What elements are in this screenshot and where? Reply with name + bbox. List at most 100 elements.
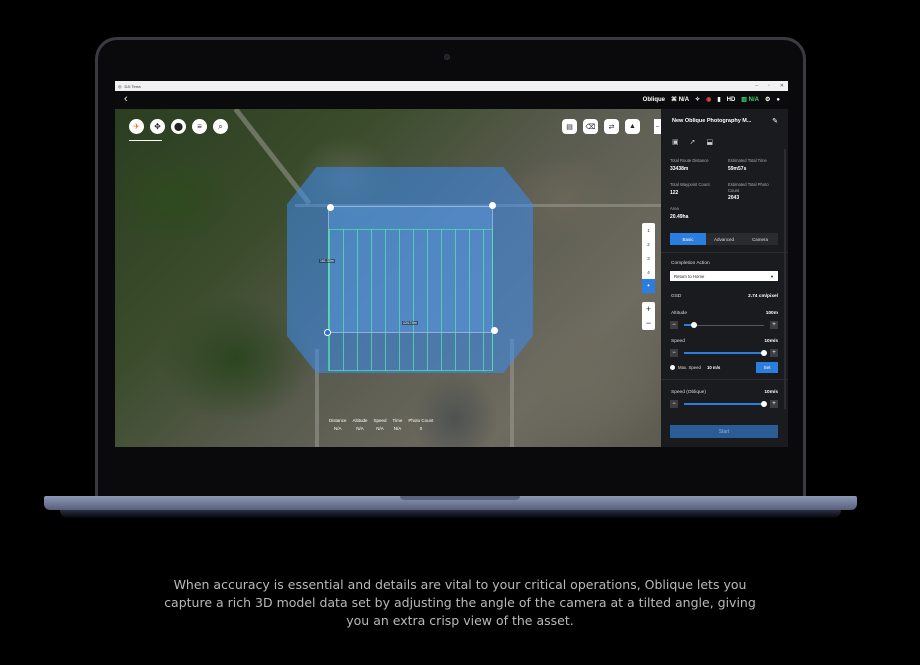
completion-action-value: Return to Home [674,273,705,279]
speed-value: 10m/s [764,339,778,344]
stat-value: 20.49ha [670,213,689,220]
aircraft-status-icon: ◉ [706,97,712,103]
stat-value: N/A [334,426,342,431]
signal-status: ▥ N/A [741,97,759,103]
satellite-map[interactable]: 161.33m 124.74m ✈ ✥ ⬤ ≡ ⌕ ▤ ⌫ ⇄ ▲ – 1 2 … [115,109,661,447]
pencil-icon[interactable]: ✎ [772,117,778,125]
edge-length-label: 124.74m [402,321,418,325]
zoom-in-button[interactable]: + [642,302,655,316]
slider-handle[interactable] [761,401,767,407]
completion-action-label: Completion Action [671,261,710,266]
stat-header: Photo Count [408,418,434,423]
tab-camera[interactable]: Camera [742,233,778,245]
eraser-icon[interactable]: ⌫ [583,119,598,134]
battery-icon: ▮ [717,97,721,103]
zoom-out-button[interactable]: − [642,316,655,330]
step-item[interactable]: 1 [642,223,655,237]
stat-value: 33438m [670,165,689,172]
stat-header: Altitude [352,418,368,423]
altitude-value: 100m [765,311,778,316]
polygon-vertex[interactable] [327,204,334,211]
map-tools-left: ✈ ✥ ⬤ ≡ ⌕ [129,119,228,134]
settings-tabs: Basic Advanced Camera [670,233,778,245]
step-item-active[interactable]: ✦ [642,279,655,293]
polygon-vertex[interactable] [489,202,496,209]
satellite-icon: ✧ [695,97,701,103]
save-icon[interactable]: ▣ [672,138,679,146]
tab-basic[interactable]: Basic [670,233,706,245]
slider-fill [684,352,764,354]
speed-oblique-increase-button[interactable]: + [770,400,778,408]
stat-estimated-total-time: Estimated Total Time 59m57s [728,158,780,172]
flight-stats: Distance N/A Altitude N/A Speed N/A Time N/A… [329,418,433,431]
info-icon [670,365,675,370]
polygon-vertex-selected[interactable] [324,329,331,336]
export-icon[interactable]: ➚ [690,138,696,146]
speed-oblique-decrease-button[interactable]: − [670,400,678,408]
edge-length-label: 161.33m [319,259,335,263]
rtk-value: N/A [678,97,690,103]
stat-total-route-distance: Total Route Distance 33438m [670,158,725,172]
mode-label: Oblique [642,96,666,103]
status-bar: Oblique ⌘ N/A ✧ ◉ ▮ HD ▥ N/A ⚙ ● [642,96,780,104]
stat-area: Area 20.49ha [670,206,725,220]
max-speed-label: Max. Speed [678,365,701,370]
step-item[interactable]: 4 [642,265,655,279]
slider-handle[interactable] [761,350,767,356]
altitude-slider[interactable]: − + [670,321,778,329]
speed-decrease-button[interactable]: − [670,349,678,357]
clipboard-icon[interactable]: ▤ [562,119,577,134]
map-scale-bar [129,140,162,141]
import-icon[interactable]: ⬓ [707,138,714,146]
pin-icon[interactable]: ⬤ [171,119,186,134]
window-titlebar: ◎ DJI Terra – ▫ ✕ [115,81,788,91]
compass-icon[interactable]: ✈ [129,119,144,134]
panel-scrollbar[interactable] [784,149,786,409]
gear-icon[interactable]: ⚙ [765,96,770,103]
map-tools-right: ▤ ⌫ ⇄ ▲ [562,119,640,134]
stat-estimated-photo-count: Estimated Total Photo Count 2043 [728,182,780,202]
stat-value: 2043 [728,195,740,202]
laptop-base-shadow [60,510,841,518]
start-button[interactable]: Start [670,425,778,438]
stat-value: 122 [670,189,679,196]
stat-label: Area [670,206,679,211]
north-icon[interactable]: ▲ [625,119,640,134]
search-icon[interactable]: ⌕ [213,119,228,134]
chevron-left-icon[interactable]: ‹ [124,93,128,105]
stat-value: N/A [393,426,402,431]
chevron-down-icon: ▼ [770,273,774,279]
speed-oblique-slider[interactable]: − + [670,400,778,408]
speed-oblique-value: 10m/s [764,390,778,395]
set-button[interactable]: Set [756,362,778,373]
close-button[interactable]: ✕ [780,83,784,89]
slider-fill [684,403,764,405]
user-icon[interactable]: ● [776,97,780,103]
polygon-vertex[interactable] [491,327,498,334]
altitude-decrease-button[interactable]: − [670,321,678,329]
webcam [444,54,450,60]
maximize-button[interactable]: ▫ [768,83,770,89]
flight-route-lines [328,229,493,371]
step-selector: 1 2 3 4 ✦ [642,223,655,293]
gsd-value: 2.74 cm/pixel [748,294,778,299]
tab-advanced[interactable]: Advanced [706,233,742,245]
stat-header: Distance [329,418,347,423]
minimize-button[interactable]: – [755,83,758,89]
move-icon[interactable]: ✥ [150,119,165,134]
collapse-panel-button[interactable]: – [654,119,661,134]
app-logo-icon: ◎ [118,83,122,89]
altitude-increase-button[interactable]: + [770,321,778,329]
slider-handle[interactable] [690,322,697,328]
zoom-controls: + − [642,302,655,330]
step-item[interactable]: 3 [642,251,655,265]
stat-header: Speed [373,418,387,423]
speed-increase-button[interactable]: + [770,349,778,357]
speed-slider[interactable]: − + [670,349,778,357]
swap-icon[interactable]: ⇄ [604,119,619,134]
caption-text: When accuracy is essential and details a… [164,577,756,628]
layers-icon[interactable]: ≡ [192,119,207,134]
completion-action-select[interactable]: Return to Home ▼ [670,271,778,281]
stat-label: Estimated Total Photo Count [728,182,769,193]
step-item[interactable]: 2 [642,237,655,251]
